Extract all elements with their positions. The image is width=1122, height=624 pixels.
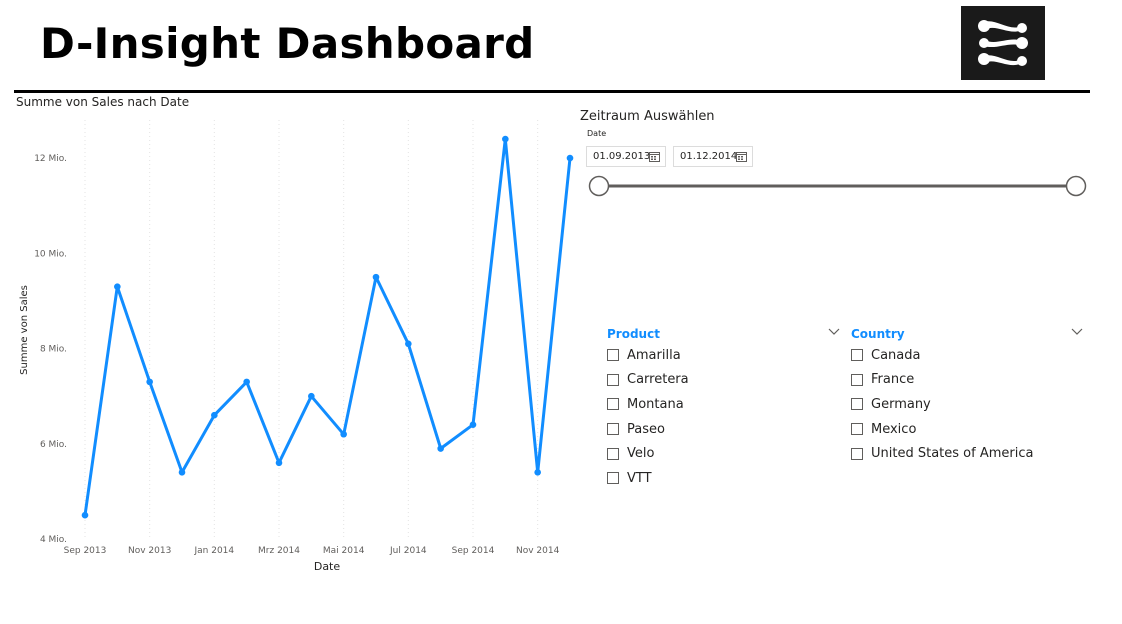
start-date-value: 01.09.2013 — [593, 151, 651, 162]
data-point[interactable] — [275, 459, 283, 467]
data-point[interactable] — [437, 445, 444, 452]
data-point[interactable] — [534, 469, 541, 476]
filter-option-label: VTT — [627, 470, 652, 486]
y-axis-title: Summe von Sales — [19, 285, 30, 375]
checkbox[interactable] — [851, 447, 863, 460]
data-point[interactable] — [405, 340, 412, 348]
chevron-down-icon[interactable] — [827, 325, 841, 339]
x-tick-label: Sep 2014 — [452, 546, 495, 556]
date-slicer-title: Zeitraum Auswählen — [580, 109, 715, 124]
filter-option-label: Montana — [627, 396, 684, 412]
sales-line-chart: 4 Mio. 6 Mio. 8 Mio. 10 Mio. 12 Mio. Sep 201… — [19, 120, 574, 573]
data-point[interactable] — [340, 430, 347, 438]
filter-option[interactable]: Carretera — [607, 368, 842, 393]
product-filter-title: Product — [607, 327, 660, 341]
page-title: D-Insight Dashboard — [40, 19, 535, 68]
checkbox[interactable] — [607, 447, 619, 460]
data-point[interactable] — [178, 469, 186, 476]
data-point[interactable] — [308, 392, 315, 400]
checkbox[interactable] — [851, 349, 863, 362]
chart-gridlines — [84, 120, 539, 539]
y-tick-label: 4 Mio. — [40, 535, 67, 545]
x-tick-label: Jan 2014 — [194, 546, 235, 556]
filter-option-label: Paseo — [627, 421, 665, 437]
header-divider — [14, 90, 1090, 93]
data-point[interactable] — [114, 283, 121, 290]
product-filter: Product Amarilla Carretera Montana Paseo Vel… — [607, 323, 842, 491]
filter-option-label: United States of America — [871, 446, 1034, 462]
y-tick-label: 8 Mio. — [40, 345, 67, 355]
country-filter-title: Country — [851, 327, 905, 341]
data-point[interactable] — [211, 411, 218, 419]
checkbox[interactable] — [607, 373, 619, 386]
x-tick-label: Jul 2014 — [389, 546, 427, 556]
filter-option-label: Germany — [871, 396, 931, 412]
y-tick-label: 6 Mio. — [40, 440, 67, 450]
end-date-value: 01.12.2014 — [680, 151, 738, 162]
x-axis-ticks: Sep 2013 Nov 2013 Jan 2014 Mrz 2014 Mai 2014… — [64, 546, 560, 556]
sales-series-line — [83, 137, 572, 516]
filter-option[interactable]: VTT — [607, 466, 842, 491]
filter-option[interactable]: United States of America — [851, 441, 1086, 466]
filter-option-label: Carretera — [627, 372, 689, 388]
x-tick-label: Mai 2014 — [323, 546, 365, 556]
checkbox[interactable] — [607, 349, 619, 362]
country-filter: Country Canada France Germany Mexico United … — [851, 323, 1086, 466]
data-point[interactable] — [566, 154, 574, 162]
filter-option[interactable]: Velo — [607, 441, 842, 466]
checkbox[interactable] — [851, 398, 863, 411]
checkbox[interactable] — [607, 423, 619, 436]
date-field-label: Date — [587, 129, 607, 138]
filter-option[interactable]: Amarilla — [607, 343, 842, 368]
filter-option-label: Canada — [871, 347, 921, 363]
end-date-input[interactable]: 01.12.2014 — [673, 146, 753, 167]
filter-option-label: Amarilla — [627, 347, 681, 363]
y-tick-label: 12 Mio. — [34, 154, 67, 164]
checkbox[interactable] — [851, 423, 863, 436]
calendar-icon[interactable] — [649, 151, 660, 162]
y-tick-label: 10 Mio. — [34, 249, 67, 259]
data-point[interactable] — [372, 273, 380, 281]
filter-option-label: Mexico — [871, 421, 917, 437]
x-tick-label: Nov 2014 — [516, 546, 560, 556]
filter-option[interactable]: Montana — [607, 392, 842, 417]
slider-end-handle[interactable] — [1065, 175, 1087, 197]
filter-option-label: Velo — [627, 446, 655, 462]
filter-option[interactable]: Mexico — [851, 417, 1086, 442]
calendar-icon[interactable] — [736, 151, 747, 162]
checkbox[interactable] — [607, 472, 619, 485]
data-point[interactable] — [243, 378, 250, 386]
data-point[interactable] — [502, 135, 509, 143]
data-point[interactable] — [469, 421, 477, 429]
chart-title: Summe von Sales nach Date — [16, 95, 190, 109]
x-axis-title: Date — [314, 560, 341, 573]
filter-option[interactable]: France — [851, 368, 1086, 393]
filter-option[interactable]: Canada — [851, 343, 1086, 368]
x-tick-label: Mrz 2014 — [258, 546, 300, 556]
x-tick-label: Sep 2013 — [64, 546, 107, 556]
x-tick-label: Nov 2013 — [128, 546, 171, 556]
start-date-input[interactable]: 01.09.2013 — [586, 146, 666, 167]
filter-option[interactable]: Paseo — [607, 417, 842, 442]
checkbox[interactable] — [851, 373, 863, 386]
filter-option[interactable]: Germany — [851, 392, 1086, 417]
filter-option-label: France — [871, 372, 915, 388]
data-point[interactable] — [146, 378, 153, 386]
checkbox[interactable] — [607, 398, 619, 411]
data-point[interactable] — [81, 511, 89, 519]
slider-start-handle[interactable] — [588, 175, 610, 197]
chevron-down-icon[interactable] — [1070, 325, 1084, 339]
date-range-slider[interactable] — [588, 175, 1096, 197]
connected-nodes-logo-icon — [961, 6, 1045, 80]
y-axis-ticks: 4 Mio. 6 Mio. 8 Mio. 10 Mio. 12 Mio. — [34, 154, 67, 545]
